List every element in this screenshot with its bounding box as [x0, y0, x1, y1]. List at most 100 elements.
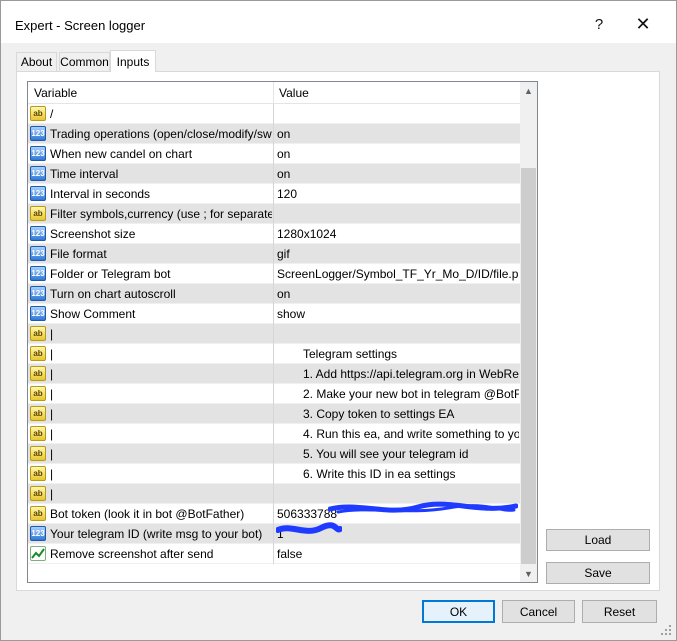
table-row[interactable]: ab | 2. Make your new bot in telegram @Bot…: [28, 384, 520, 404]
variable-value[interactable]: show: [277, 307, 519, 321]
column-divider[interactable]: [273, 82, 274, 104]
title-bar: Expert - Screen logger ? ✕: [1, 1, 676, 43]
variable-name: Turn on chart autoscroll: [50, 287, 176, 301]
variable-name: /: [50, 107, 54, 121]
variable-value[interactable]: on: [277, 127, 519, 141]
grid-rows: ab / 123 Trading operations (open/close/mod…: [28, 104, 520, 564]
cell-divider: [273, 524, 274, 544]
cell-divider: [273, 224, 274, 244]
table-row[interactable]: ab | 6. Write this ID in ea settings: [28, 464, 520, 484]
variable-name: Interval in seconds: [50, 187, 151, 201]
variable-name: |: [50, 367, 54, 381]
variable-name: |: [50, 347, 54, 361]
scroll-up-arrow-icon[interactable]: ▲: [520, 82, 537, 99]
variable-name: |: [50, 487, 54, 501]
numeric-123-icon: 123: [30, 166, 46, 181]
variable-name: |: [50, 407, 54, 421]
numeric-123-icon: 123: [30, 306, 46, 321]
table-row[interactable]: ab | Telegram settings: [28, 344, 520, 364]
load-button[interactable]: Load: [546, 529, 650, 551]
table-row[interactable]: ab | 1. Add https://api.telegram.org in We…: [28, 364, 520, 384]
variable-value[interactable]: 3. Copy token to settings EA: [303, 407, 519, 421]
tab-about[interactable]: About: [16, 52, 57, 71]
table-row[interactable]: 123 Folder or Telegram bot ScreenLogger/Sy…: [28, 264, 520, 284]
table-row[interactable]: ab | 3. Copy token to settings EA: [28, 404, 520, 424]
string-ab-icon: ab: [30, 206, 46, 221]
tab-inputs[interactable]: Inputs: [110, 50, 156, 72]
string-ab-icon: ab: [30, 106, 46, 121]
ok-button[interactable]: OK: [422, 600, 495, 623]
string-ab-icon: ab: [30, 366, 46, 381]
cell-divider: [273, 144, 274, 164]
expert-dialog: Expert - Screen logger ? ✕ About Common …: [0, 0, 677, 641]
variable-value[interactable]: 2. Make your new bot in telegram @BotFat…: [303, 387, 519, 401]
table-row[interactable]: 123 When new candel on chart on: [28, 144, 520, 164]
string-ab-icon: ab: [30, 426, 46, 441]
save-button[interactable]: Save: [546, 562, 650, 584]
resize-grip-icon[interactable]: [660, 624, 672, 636]
cancel-button[interactable]: Cancel: [502, 600, 575, 623]
cell-divider: [273, 284, 274, 304]
variable-name: Trading operations (open/close/modify/sw…: [50, 127, 272, 141]
variable-value[interactable]: 1280x1024: [277, 227, 519, 241]
cell-divider: [273, 444, 274, 464]
variable-value[interactable]: gif: [277, 247, 519, 261]
table-row[interactable]: 123 Show Comment show: [28, 304, 520, 324]
table-row[interactable]: Remove screenshot after send false: [28, 544, 520, 564]
help-button[interactable]: ?: [579, 9, 619, 39]
window-title: Expert - Screen logger: [15, 18, 146, 33]
table-row[interactable]: 123 Screenshot size 1280x1024: [28, 224, 520, 244]
table-row[interactable]: ab | 5. You will see your telegram id: [28, 444, 520, 464]
variable-name: File format: [50, 247, 107, 261]
reset-button[interactable]: Reset: [582, 600, 657, 623]
numeric-123-icon: 123: [30, 526, 46, 541]
column-header-variable[interactable]: Variable: [34, 86, 77, 100]
numeric-123-icon: 123: [30, 246, 46, 261]
variable-name: Filter symbols,currency (use ; for separ…: [50, 207, 272, 221]
cell-divider: [273, 124, 274, 144]
table-row[interactable]: ab |: [28, 324, 520, 344]
table-row[interactable]: ab Bot token (look it in bot @BotFather) 5…: [28, 504, 520, 524]
numeric-123-icon: 123: [30, 186, 46, 201]
variable-value[interactable]: 1: [277, 527, 519, 541]
table-row[interactable]: 123 Trading operations (open/close/modify…: [28, 124, 520, 144]
table-row[interactable]: 123 Turn on chart autoscroll on: [28, 284, 520, 304]
numeric-123-icon: 123: [30, 266, 46, 281]
scroll-thumb[interactable]: [521, 168, 536, 564]
variable-value[interactable]: on: [277, 167, 519, 181]
scroll-down-arrow-icon[interactable]: ▼: [520, 565, 537, 582]
cell-divider: [273, 104, 274, 124]
variable-value[interactable]: 120: [277, 187, 519, 201]
string-ab-icon: ab: [30, 486, 46, 501]
tab-common[interactable]: Common: [59, 52, 110, 71]
string-ab-icon: ab: [30, 346, 46, 361]
table-row[interactable]: 123 File format gif: [28, 244, 520, 264]
table-row[interactable]: 123 Your telegram ID (write msg to your b…: [28, 524, 520, 544]
string-ab-icon: ab: [30, 406, 46, 421]
cell-divider: [273, 344, 274, 364]
variable-value[interactable]: 506333788: [277, 507, 519, 521]
variable-value[interactable]: 5. You will see your telegram id: [303, 447, 519, 461]
variable-value[interactable]: 1. Add https://api.telegram.org in WebRe…: [303, 367, 519, 381]
table-row[interactable]: ab Filter symbols,currency (use ; for sep…: [28, 204, 520, 224]
variable-value[interactable]: false: [277, 547, 519, 561]
table-row[interactable]: 123 Interval in seconds 120: [28, 184, 520, 204]
table-row[interactable]: ab |: [28, 484, 520, 504]
table-row[interactable]: ab | 4. Run this ea, and write something t…: [28, 424, 520, 444]
close-button[interactable]: ✕: [623, 9, 663, 39]
variable-value[interactable]: on: [277, 147, 519, 161]
variable-value[interactable]: ScreenLogger/Symbol_TF_Yr_Mo_D/ID/file.p…: [277, 267, 519, 281]
variable-value[interactable]: 4. Run this ea, and write something to y…: [303, 427, 519, 441]
cell-divider: [273, 464, 274, 484]
variable-name: Screenshot size: [50, 227, 136, 241]
variable-value[interactable]: on: [277, 287, 519, 301]
string-ab-icon: ab: [30, 466, 46, 481]
variable-value[interactable]: Telegram settings: [303, 347, 519, 361]
table-row[interactable]: 123 Time interval on: [28, 164, 520, 184]
table-row[interactable]: ab /: [28, 104, 520, 124]
variable-value[interactable]: 6. Write this ID in ea settings: [303, 467, 519, 481]
vertical-scrollbar[interactable]: ▲ ▼: [520, 82, 537, 582]
inputs-grid: Variable Value ab / 123 Trading operations …: [27, 81, 538, 583]
column-header-value[interactable]: Value: [279, 86, 309, 100]
cell-divider: [273, 404, 274, 424]
